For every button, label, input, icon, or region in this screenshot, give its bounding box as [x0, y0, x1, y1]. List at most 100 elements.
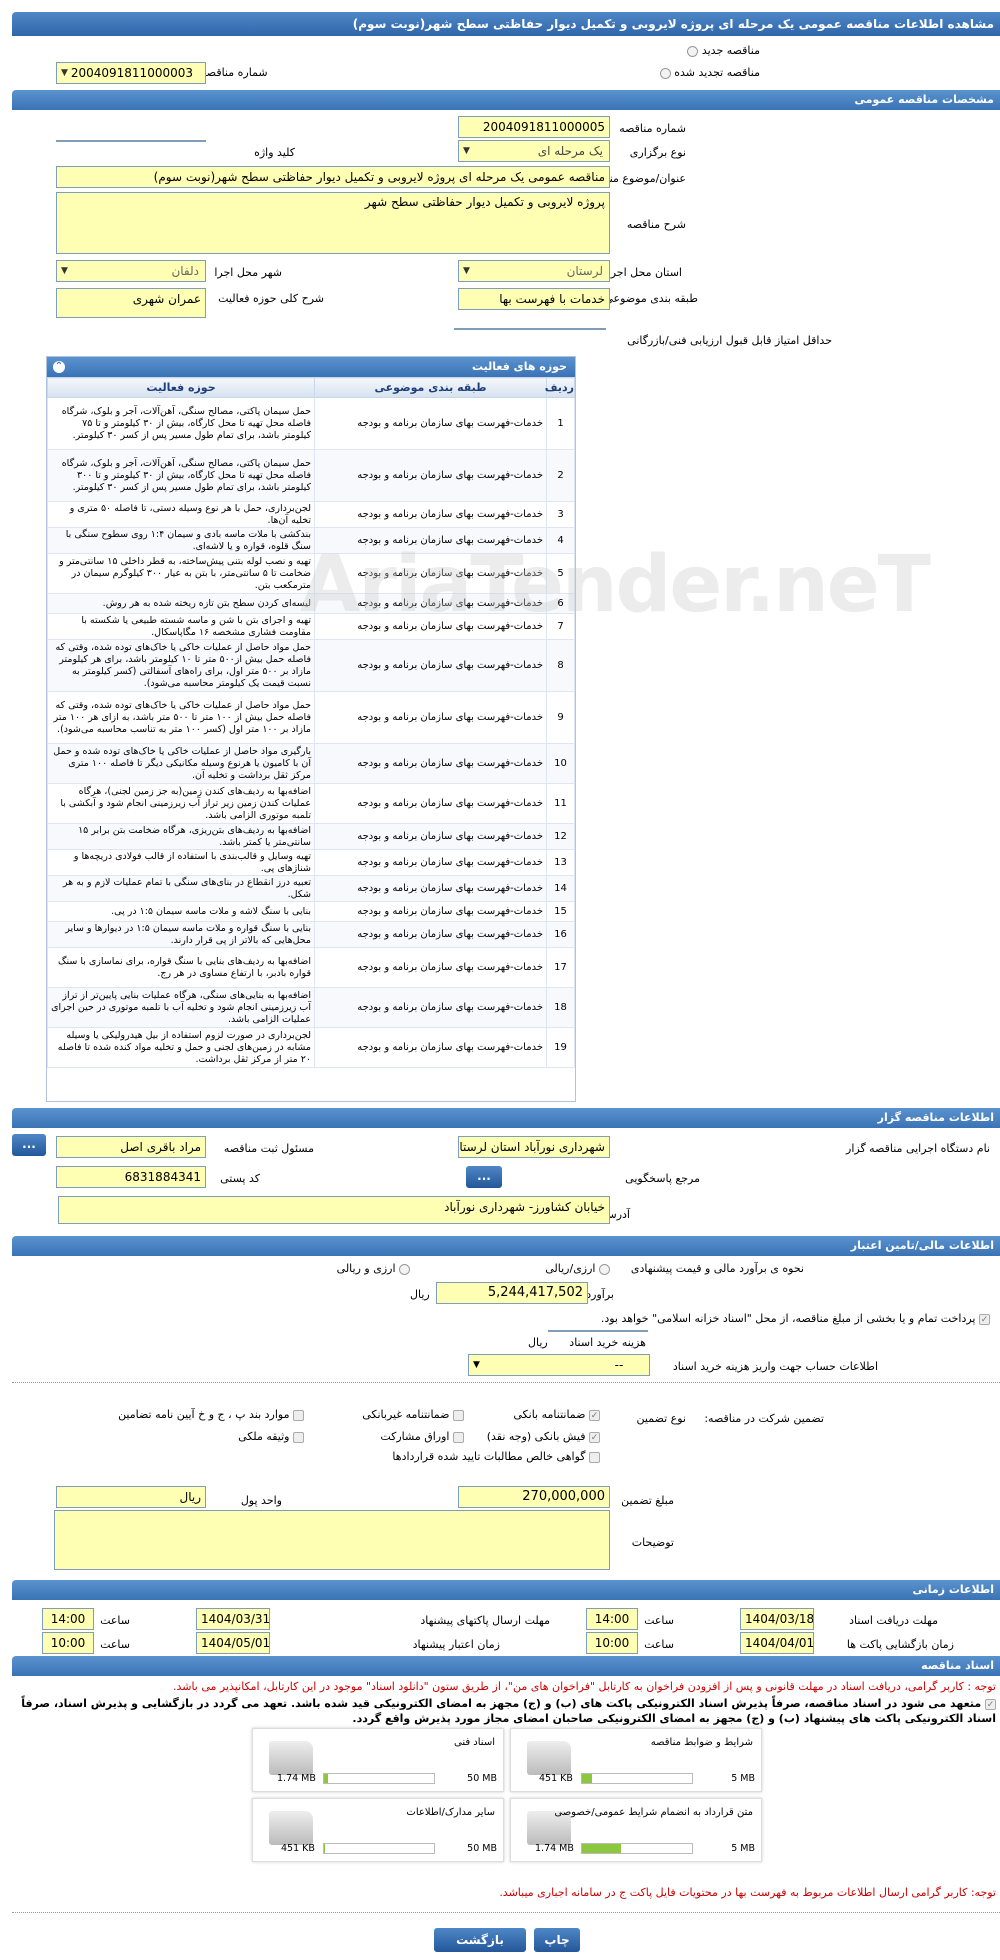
table-row: 9 خدمات-فهرست بهای سازمان برنامه و بودجه ح… — [47, 691, 575, 744]
row-scope: اضافه‌بها به ردیف‌های بتن‌ریزی، هرگاه ضخ… — [47, 823, 315, 850]
submit-deadline-field: 1404/03/31 — [196, 1608, 270, 1630]
watermark: AriaTender.neT — [300, 540, 931, 630]
opening-field: 1404/04/01 — [740, 1632, 814, 1654]
table-row: 18 خدمات-فهرست بهای سازمان برنامه و بودجه… — [47, 987, 575, 1028]
file-card-2[interactable]: اسناد فنی 50 MB 1.74 MB — [252, 1728, 504, 1792]
time-label-2: ساعت — [100, 1614, 130, 1627]
table-row: 14 خدمات-فهرست بهای سازمان برنامه و بودجه… — [47, 875, 575, 902]
print-button[interactable]: چاپ — [534, 1928, 580, 1952]
row-number: 19 — [546, 1027, 575, 1068]
row-number: 12 — [546, 823, 575, 850]
fx-rial-radio[interactable]: ارزی و ریالی — [337, 1262, 410, 1275]
rial-radio[interactable]: ارزی/ریالی — [545, 1262, 610, 1275]
file-max: 50 MB — [467, 1843, 497, 1854]
financial-section-header: اطلاعات مالی/تامین اعتبار — [12, 1236, 1000, 1256]
file-name: متن قرارداد به انضمام شرایط عمومی/خصوصی — [554, 1807, 753, 1818]
table-row: 12 خدمات-فهرست بهای سازمان برنامه و بودجه… — [47, 823, 575, 850]
file-card-4[interactable]: سایر مدارک/اطلاعات 50 MB 451 KB — [252, 1798, 504, 1862]
file-size: 1.74 MB — [277, 1773, 316, 1784]
checkbox-icon: ✓ — [589, 1409, 600, 1421]
docs-section-header: اسناد مناقصه — [12, 1656, 1000, 1676]
guarantee-opt-5: اوراق مشارکت — [380, 1430, 464, 1443]
validity-time-field: 10:00 — [42, 1632, 94, 1654]
row-number: 11 — [546, 783, 575, 824]
official-lookup-button[interactable]: ... — [12, 1134, 46, 1156]
renewed-tender-radio[interactable]: مناقصه تجدید شده — [659, 66, 760, 79]
activities-grid: حوزه های فعالیت ⌃ ردیف طبقه بندی موضوعی ح… — [46, 356, 576, 1102]
table-row: 3 خدمات-فهرست بهای سازمان برنامه و بودجه ل… — [47, 501, 575, 528]
province-label: استان محل اجرا — [607, 266, 682, 279]
category-field: خدمات با فهرست بها — [458, 288, 610, 310]
activity-label: شرح کلی حوزه فعالیت — [218, 292, 324, 305]
back-button[interactable]: بازگشت — [434, 1928, 526, 1952]
row-category: خدمات-فهرست بهای سازمان برنامه و بودجه — [314, 875, 547, 902]
row-scope: تهیه و نصب لوله بتنی پیش‌ساخته، به قطر د… — [47, 553, 315, 594]
table-row: 2 خدمات-فهرست بهای سازمان برنامه و بودجه ح… — [47, 449, 575, 502]
guarantee-section-label: تضمین شرکت در مناقصه: — [704, 1412, 824, 1425]
row-number: 2 — [546, 449, 575, 502]
file-max: 5 MB — [731, 1773, 755, 1784]
col-scope: حوزه فعالیت — [47, 377, 315, 398]
row-scope: حمل سیمان پاکتی، مصالح سنگی، آهن‌آلات، آ… — [47, 449, 315, 502]
receive-deadline-label: مهلت دریافت اسناد — [849, 1614, 938, 1627]
type-select[interactable]: ▼ یک مرحله ای — [458, 140, 610, 162]
checkbox-icon — [589, 1451, 600, 1463]
row-category: خدمات-فهرست بهای سازمان برنامه و بودجه — [314, 947, 547, 988]
table-row: 16 خدمات-فهرست بهای سازمان برنامه و بودجه… — [47, 921, 575, 948]
checkbox-icon: ✓ — [589, 1431, 600, 1443]
doc-fee-currency: ریال — [528, 1336, 548, 1349]
row-scope: اضافه‌بها به ردیف‌های کندن زمین(به جز زم… — [47, 783, 315, 824]
row-scope: تهیه و اجرای بتن با شن و ماسه شسته طبیعی… — [47, 613, 315, 640]
row-category: خدمات-فهرست بهای سازمان برنامه و بودجه — [314, 743, 547, 784]
file-name: سایر مدارک/اطلاعات — [406, 1807, 495, 1818]
notes-field — [54, 1510, 610, 1570]
opening-label: زمان بازگشایی پاکت ها — [846, 1638, 954, 1651]
new-tender-radio[interactable]: مناقصه جدید — [687, 44, 760, 57]
radio-icon — [599, 1263, 610, 1275]
chevron-down-icon: ▼ — [61, 266, 68, 276]
row-number: 9 — [546, 691, 575, 744]
validity-label: زمان اعتبار پیشنهاد — [412, 1638, 500, 1651]
prev-number-select[interactable]: ▼ 2004091811000003 — [56, 62, 206, 84]
city-select[interactable]: ▼ دلفان — [56, 260, 206, 282]
file-card-3[interactable]: متن قرارداد به انضمام شرایط عمومی/خصوصی … — [510, 1798, 762, 1862]
tender-number-field: 2004091811000005 — [458, 116, 610, 138]
chevron-down-icon: ▼ — [463, 266, 470, 276]
file-card-1[interactable]: شرایط و ضوابط مناقصه 5 MB 451 KB — [510, 1728, 762, 1792]
row-category: خدمات-فهرست بهای سازمان برنامه و بودجه — [314, 921, 547, 948]
checkbox-icon — [293, 1409, 304, 1421]
row-number: 17 — [546, 947, 575, 988]
row-category: خدمات-فهرست بهای سازمان برنامه و بودجه — [314, 1027, 547, 1068]
account-select[interactable]: ▼ -- — [468, 1354, 650, 1376]
file-progress — [581, 1843, 693, 1854]
row-category: خدمات-فهرست بهای سازمان برنامه و بودجه — [314, 501, 547, 528]
radio-icon — [659, 67, 671, 79]
row-number: 18 — [546, 987, 575, 1028]
guarantee-opt-4: ✓ فیش بانکی (وجه نقد) — [486, 1430, 600, 1443]
min-score-field — [454, 328, 606, 330]
province-select[interactable]: ▼ لرستان — [458, 260, 610, 282]
official-field: مراد باقری اصل — [56, 1136, 206, 1158]
row-category: خدمات-فهرست بهای سازمان برنامه و بودجه — [314, 987, 547, 1028]
row-category: خدمات-فهرست بهای سازمان برنامه و بودجه — [314, 849, 547, 876]
keyword-field[interactable] — [56, 140, 206, 142]
row-scope: بنایی با سنگ قواره و ملات ماسه سیمان ۱:۵… — [47, 921, 315, 948]
guarantee-unit-label: واحد پول — [240, 1494, 282, 1507]
tender-number-label: شماره مناقصه — [619, 122, 686, 135]
time-label-1: ساعت — [644, 1614, 674, 1627]
collapse-icon[interactable]: ⌃ — [53, 361, 65, 373]
type-label: نوع برگزاری — [629, 146, 686, 159]
row-number: 14 — [546, 875, 575, 902]
min-score-label: حداقل امتیاز قابل قبول ارزیابی فنی/بازرگ… — [627, 334, 832, 347]
file-size: 451 KB — [539, 1773, 573, 1784]
file-max: 50 MB — [467, 1773, 497, 1784]
ref-lookup-button[interactable]: ... — [466, 1166, 502, 1188]
table-row: 8 خدمات-فهرست بهای سازمان برنامه و بودجه ح… — [47, 639, 575, 692]
row-number: 8 — [546, 639, 575, 692]
description-label: شرح مناقصه — [626, 218, 686, 231]
guarantee-opt-7: گواهی خالص مطالبات تایید شده قراردادها — [392, 1450, 600, 1463]
address-field: خیابان کشاورز- شهرداری نورآباد — [58, 1196, 610, 1224]
guarantee-amount-label: مبلغ تضمین — [621, 1494, 674, 1507]
chevron-down-icon: ▼ — [463, 146, 470, 156]
chevron-down-icon: ▼ — [61, 68, 68, 78]
